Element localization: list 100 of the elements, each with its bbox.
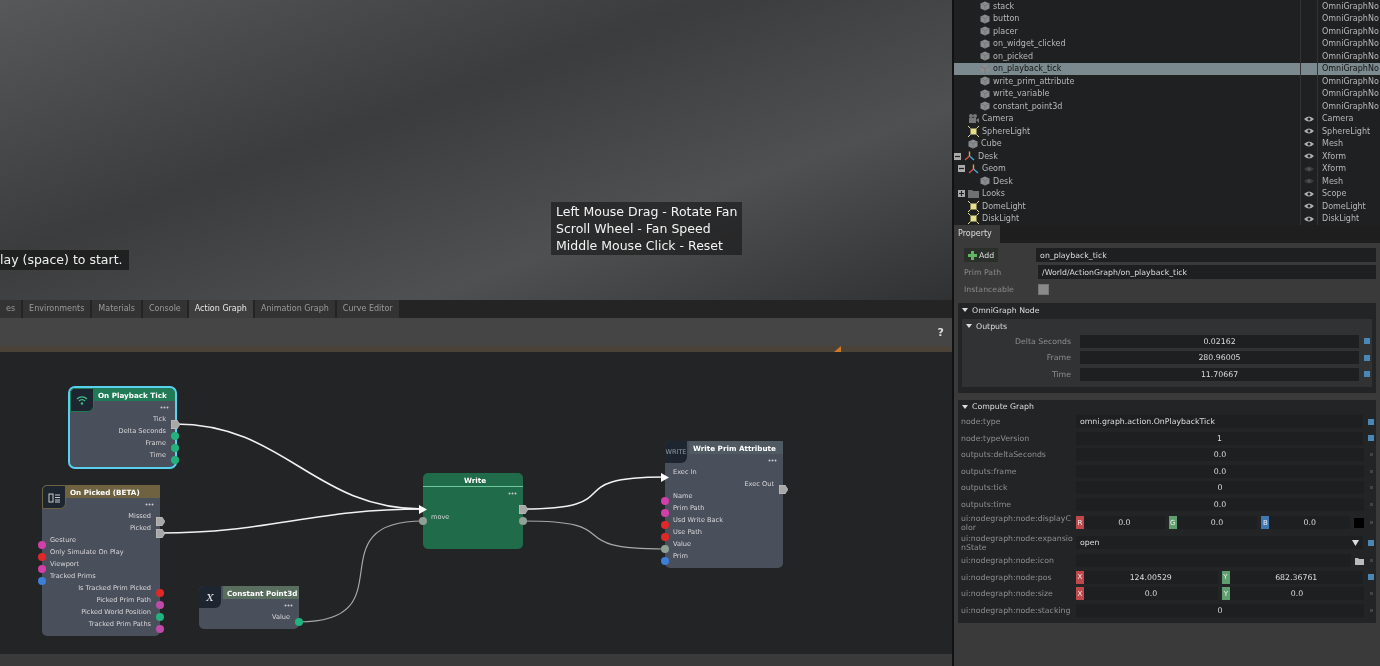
more-icon[interactable] (508, 491, 517, 495)
output-pin[interactable] (156, 589, 164, 597)
stage-tree-row[interactable]: SphereLight SphereLight (954, 125, 1380, 138)
exec-output-pin-icon[interactable] (156, 529, 165, 538)
stage-tree-row[interactable]: on_picked OmniGraphNo (954, 50, 1380, 63)
prim-name: stack (993, 1, 1015, 11)
stage-tree-row[interactable]: Looks Scope (954, 187, 1380, 200)
output-pin[interactable] (171, 456, 179, 464)
panel-tab[interactable]: es (0, 300, 22, 318)
panel-tab[interactable]: Console (143, 300, 187, 318)
stage-tree-row[interactable]: stack OmniGraphNo (954, 0, 1380, 13)
input-pin[interactable] (661, 545, 669, 553)
stage-tree-row[interactable]: Geom Xform (954, 162, 1380, 175)
eye-icon[interactable] (1304, 115, 1314, 122)
expand-icon[interactable] (958, 190, 965, 198)
panel-tab[interactable]: Animation Graph (254, 300, 335, 318)
color-swatch[interactable] (1354, 517, 1364, 528)
collapse-icon[interactable] (958, 165, 965, 173)
eye-icon[interactable] (1304, 215, 1314, 222)
property-tab[interactable]: Property (954, 225, 1000, 243)
authored-indicator[interactable] (1368, 418, 1374, 425)
stage-tree-row[interactable]: DomeLight DomeLight (954, 200, 1380, 213)
output-pin[interactable] (156, 625, 164, 633)
input-pin[interactable] (661, 557, 669, 565)
axes-icon (968, 163, 979, 174)
eye-icon[interactable] (1304, 190, 1314, 197)
collapse-icon[interactable] (954, 152, 961, 160)
help-line: Middle Mouse Click - Reset (556, 237, 724, 254)
exec-input-arrow-icon[interactable] (419, 505, 427, 514)
prim-type: Xform (1321, 164, 1348, 174)
prim-type: DiskLight (1321, 214, 1361, 224)
input-pin[interactable] (661, 533, 669, 541)
output-pin[interactable] (295, 618, 303, 626)
prim-type: OmniGraphNo (1321, 89, 1380, 99)
stage-tree-row[interactable]: button OmniGraphNo (954, 12, 1380, 25)
authored-indicator[interactable] (1364, 371, 1370, 378)
panel-tab[interactable]: Curve Editor (336, 300, 399, 318)
prim-type: Xform (1321, 151, 1348, 161)
panel-tab[interactable]: Environments (23, 300, 91, 318)
panel-tab[interactable]: Materials (92, 300, 141, 318)
exec-input-arrow-icon[interactable] (661, 473, 669, 482)
cube-icon (980, 26, 990, 37)
eye-icon[interactable] (1304, 140, 1314, 147)
more-icon[interactable] (768, 458, 777, 462)
stage-tree-row[interactable]: on_playback_tick OmniGraphNo (954, 62, 1380, 75)
input-pin[interactable] (38, 565, 46, 573)
eye-icon[interactable] (1304, 203, 1314, 210)
more-icon[interactable] (145, 502, 154, 506)
output-pin[interactable] (156, 601, 164, 609)
authored-indicator[interactable] (1368, 435, 1374, 442)
eye-icon[interactable] (1304, 128, 1314, 135)
output-pin[interactable] (171, 444, 179, 452)
more-icon[interactable] (284, 603, 293, 607)
authored-indicator[interactable] (1364, 354, 1370, 361)
input-pin[interactable] (38, 541, 46, 549)
authored-indicator[interactable] (1368, 574, 1374, 581)
input-pin[interactable] (661, 521, 669, 529)
stage-tree-row[interactable]: placer OmniGraphNo (954, 25, 1380, 38)
viewport-render[interactable]: lay (space) to start. Left Mouse Drag - Rotate Fan Scroll Wheel - Fan Speed Middle Mouse Click - Reset (0, 0, 952, 300)
prim-name: button (993, 14, 1020, 24)
help-button[interactable]: ? (937, 325, 944, 339)
authored-indicator[interactable] (1368, 539, 1374, 546)
input-pin[interactable] (38, 577, 46, 585)
camera-icon (968, 114, 979, 124)
caret-icon[interactable] (962, 403, 968, 410)
cube-icon (980, 38, 990, 49)
input-pin[interactable] (661, 497, 669, 505)
cube-icon (980, 63, 990, 74)
caret-icon[interactable] (962, 307, 968, 313)
stage-tree-row[interactable]: Desk Mesh (954, 175, 1380, 188)
stage-tree-row[interactable]: constant_point3d OmniGraphNo (954, 100, 1380, 113)
stage-tree-row[interactable]: Camera Camera (954, 112, 1380, 125)
folder-icon[interactable] (1355, 556, 1364, 565)
stage-tree-row[interactable]: Cube Mesh (954, 137, 1380, 150)
input-pin[interactable] (38, 553, 46, 561)
caret-icon[interactable] (966, 323, 972, 329)
exec-output-pin-icon[interactable] (156, 517, 165, 526)
help-line: Left Mouse Drag - Rotate Fan (556, 203, 738, 220)
output-pin[interactable] (519, 517, 527, 525)
output-pin[interactable] (171, 432, 179, 440)
stage-tree-row[interactable]: on_widget_clicked OmniGraphNo (954, 37, 1380, 50)
prim-name: DiskLight (982, 214, 1020, 224)
eye-icon[interactable] (1304, 153, 1314, 160)
exec-output-pin-icon[interactable] (779, 485, 788, 494)
stage-tree-row[interactable]: Desk Xform (954, 150, 1380, 163)
exec-output-pin-icon[interactable] (171, 420, 180, 429)
more-icon[interactable] (160, 405, 169, 409)
light-icon (968, 125, 979, 137)
prim-name: placer (993, 26, 1018, 36)
output-pin[interactable] (156, 613, 164, 621)
panel-tab[interactable]: Action Graph (188, 300, 253, 318)
authored-indicator[interactable] (1364, 338, 1370, 345)
input-pin[interactable] (419, 517, 427, 525)
exec-output-pin-icon[interactable] (519, 505, 528, 514)
instanceable-checkbox[interactable] (1038, 283, 1049, 295)
input-pin[interactable] (661, 509, 669, 517)
prim-type: OmniGraphNo (1321, 101, 1380, 111)
prim-name: on_widget_clicked (993, 39, 1066, 49)
stage-tree-row[interactable]: write_variable OmniGraphNo (954, 87, 1380, 100)
stage-tree-row[interactable]: write_prim_attribute OmniGraphNo (954, 75, 1380, 88)
